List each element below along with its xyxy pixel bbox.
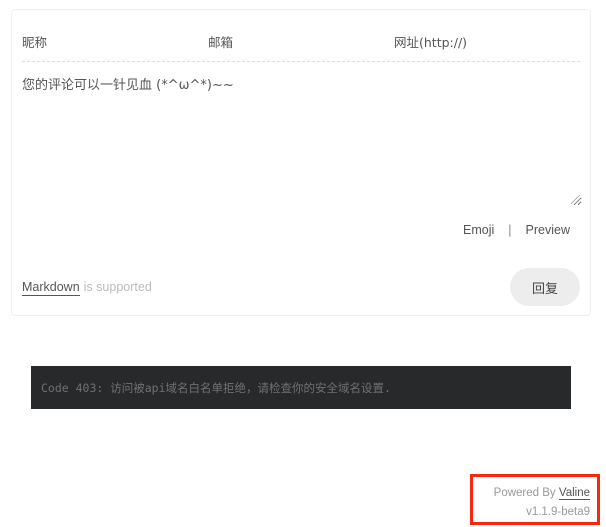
tools-separator: | <box>508 223 512 237</box>
emoji-button[interactable]: Emoji <box>463 223 494 237</box>
comment-form-footer: Markdown is supported 回复 <box>22 268 580 306</box>
nickname-input[interactable] <box>22 24 208 60</box>
markdown-note: Markdown is supported <box>22 280 152 296</box>
website-input[interactable] <box>394 24 580 60</box>
comment-textarea[interactable] <box>22 72 582 206</box>
markdown-supported-text: is supported <box>83 280 152 294</box>
comment-form: Emoji | Preview Markdownis supported 回复 <box>11 9 591 316</box>
preview-button[interactable]: Preview <box>526 223 570 237</box>
email-input[interactable] <box>208 24 394 60</box>
comment-tools: Emoji | Preview <box>463 223 570 237</box>
comment-textarea-wrapper <box>22 72 582 206</box>
error-message-bar: Code 403: 访问被api域名白名单拒绝，请检查你的安全域名设置. <box>31 366 571 409</box>
valine-link[interactable]: Valine <box>558 487 590 500</box>
comment-form-header <box>22 24 580 62</box>
version-text: v1.1.9-beta9 <box>526 506 590 518</box>
markdown-link[interactable]: Markdown <box>22 280 80 296</box>
resize-handle-icon[interactable] <box>571 195 580 204</box>
powered-by-prefix: Powered By <box>493 487 556 499</box>
powered-by-box: Powered By Valine v1.1.9-beta9 <box>470 474 600 525</box>
submit-reply-button[interactable]: 回复 <box>510 268 580 306</box>
error-message-text: Code 403: 访问被api域名白名单拒绝，请检查你的安全域名设置. <box>41 380 391 395</box>
powered-by-line: Powered By Valine <box>473 484 590 502</box>
